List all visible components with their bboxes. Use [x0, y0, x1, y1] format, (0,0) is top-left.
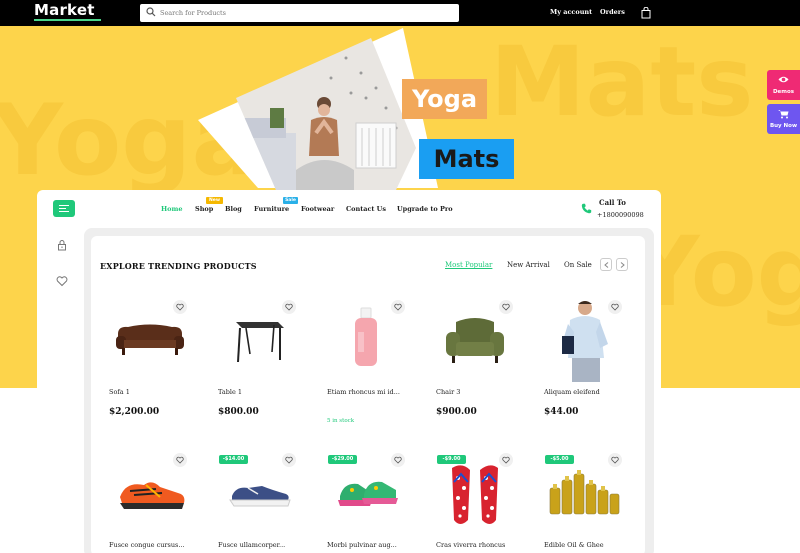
- man-in-shirt-image[interactable]: [560, 298, 614, 382]
- running-shoe-image[interactable]: [116, 477, 188, 511]
- search-icon: [146, 7, 156, 17]
- product-name[interactable]: Table 1: [218, 388, 242, 396]
- buy-now-button[interactable]: Buy Now: [767, 104, 800, 134]
- heart-icon: [176, 456, 184, 464]
- sneaker-image[interactable]: [228, 482, 292, 508]
- menu-toggle-button[interactable]: [53, 200, 75, 217]
- product-name[interactable]: Fusce ullamcorper...: [218, 541, 285, 549]
- table-image[interactable]: [232, 316, 286, 364]
- bag-icon[interactable]: [641, 7, 651, 19]
- heart-icon: [394, 456, 402, 464]
- oil-bottles-image[interactable]: [548, 470, 620, 516]
- wishlist-button[interactable]: [282, 300, 296, 314]
- wishlist-button[interactable]: [499, 300, 513, 314]
- chevron-right-icon: [620, 262, 625, 268]
- chevron-left-icon: [604, 262, 609, 268]
- stock-status: 5 in stock: [327, 418, 355, 424]
- hero-watermark-mats: Mats: [490, 26, 754, 138]
- product-price: $44.00: [544, 407, 579, 417]
- product-name[interactable]: Chair 3: [436, 388, 460, 396]
- heart-icon: [285, 303, 293, 311]
- product-name[interactable]: Cras viverra rhoncus: [436, 541, 505, 549]
- cart-icon: [778, 110, 789, 119]
- hero-tag-yoga: Yoga: [402, 79, 488, 119]
- hero-tag-mats: Mats: [419, 139, 514, 179]
- tab-on-sale[interactable]: On Sale: [564, 261, 592, 269]
- heart-icon[interactable]: [56, 275, 68, 287]
- next-button[interactable]: [616, 258, 628, 271]
- product-name[interactable]: Sofa 1: [109, 388, 130, 396]
- heart-icon: [394, 303, 402, 311]
- section-title: EXPLORE TRENDING PRODUCTS: [100, 261, 257, 271]
- armchair-image[interactable]: [444, 316, 506, 366]
- product-name[interactable]: Morbi pulvinar aug...: [327, 541, 397, 549]
- product-name[interactable]: Fusce congue cursus...: [109, 541, 185, 549]
- nav-furniture[interactable]: Furniture: [254, 205, 289, 213]
- wishlist-button[interactable]: [391, 453, 405, 467]
- product-name[interactable]: Edible Oil & Ghee: [544, 541, 604, 549]
- flip-flops-image[interactable]: [446, 462, 504, 528]
- demos-button[interactable]: Demos: [767, 70, 800, 100]
- product-price: $2,200.00: [109, 407, 160, 417]
- product-name[interactable]: Etiam rhoncus mi id...: [327, 388, 400, 396]
- discount-badge: -$14.00: [219, 455, 248, 464]
- product-name[interactable]: Aliquam eleifend: [544, 388, 600, 396]
- sofa-image[interactable]: [114, 322, 186, 358]
- eye-icon: [778, 76, 789, 83]
- nav-contact-us[interactable]: Contact Us: [346, 205, 386, 213]
- wishlist-button[interactable]: [391, 300, 405, 314]
- nav-upgrade-to-pro[interactable]: Upgrade to Pro: [397, 205, 453, 213]
- logo-underline: [34, 19, 101, 21]
- heart-icon: [285, 456, 293, 464]
- kids-shoes-image[interactable]: [336, 474, 400, 516]
- discount-badge: -$5.00: [545, 455, 574, 464]
- nav-footwear[interactable]: Footwear: [301, 205, 334, 213]
- tab-most-popular[interactable]: Most Popular: [445, 261, 492, 269]
- wishlist-button[interactable]: [282, 453, 296, 467]
- site-logo[interactable]: Market: [34, 1, 95, 19]
- lock-icon[interactable]: [56, 239, 68, 251]
- nav-shop[interactable]: Shop: [195, 205, 213, 213]
- product-price: $900.00: [436, 407, 477, 417]
- wishlist-button[interactable]: [173, 300, 187, 314]
- my-account-link[interactable]: My account: [550, 8, 592, 16]
- nav-blog[interactable]: Blog: [225, 205, 242, 213]
- sale-badge: Sale: [283, 197, 298, 204]
- tab-new-arrival[interactable]: New Arrival: [507, 261, 550, 269]
- prev-button[interactable]: [600, 258, 612, 271]
- phone-icon: [581, 203, 592, 214]
- wishlist-button[interactable]: [608, 453, 622, 467]
- orders-link[interactable]: Orders: [600, 8, 625, 16]
- call-number[interactable]: +1800090098: [597, 211, 644, 219]
- heart-icon: [176, 303, 184, 311]
- new-badge: New: [206, 197, 223, 204]
- search-box[interactable]: [140, 4, 459, 22]
- bottle-image[interactable]: [352, 306, 380, 370]
- hero-yoga-photo: [236, 38, 416, 190]
- wishlist-button[interactable]: [173, 453, 187, 467]
- call-title: Call To: [599, 198, 626, 207]
- search-input[interactable]: [160, 6, 450, 20]
- heart-icon: [611, 456, 619, 464]
- heart-icon: [502, 303, 510, 311]
- discount-badge: -$29.00: [328, 455, 357, 464]
- demos-label: Demos: [772, 89, 795, 95]
- buy-now-label: Buy Now: [769, 123, 798, 129]
- product-price: $800.00: [218, 407, 259, 417]
- nav-home[interactable]: Home: [161, 205, 183, 213]
